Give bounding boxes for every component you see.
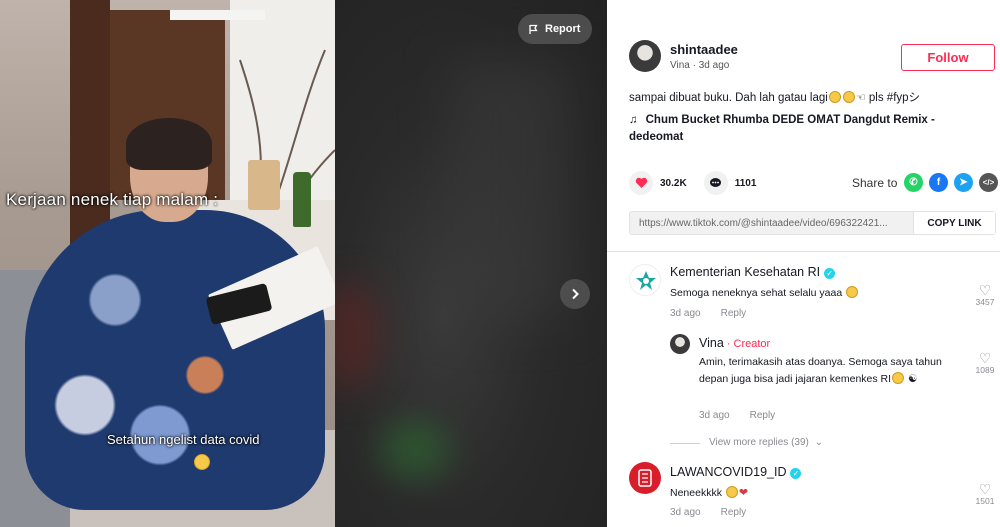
comment-button[interactable] bbox=[703, 171, 728, 195]
facebook-icon[interactable]: f bbox=[929, 173, 948, 192]
music-title[interactable]: Chum Bucket Rhumba DEDE OMAT Dangdut Rem… bbox=[629, 114, 935, 143]
comment-time: 3d ago bbox=[670, 308, 701, 319]
comment-text: Semoga neneknya sehat selalu yaaa bbox=[670, 285, 940, 302]
view-more-label: View more replies (39) bbox=[709, 437, 809, 448]
whatsapp-icon[interactable]: ✆ bbox=[904, 173, 923, 192]
reply-text: Amin, terimakasih atas doanya. Semoga sa… bbox=[699, 354, 965, 388]
comment-author[interactable]: LAWANCOVID19_ID ✓ bbox=[670, 465, 802, 479]
smile-emoji-icon bbox=[828, 91, 841, 103]
video-description: sampai dibuat buku. Dah lah gatau lagi ☜ … bbox=[629, 89, 920, 105]
comment-text-content: Semoga neneknya sehat selalu yaaa bbox=[670, 287, 843, 299]
music-note-icon: ♫ bbox=[629, 114, 638, 126]
reply-meta: 3d ago Reply bbox=[699, 410, 775, 421]
smile-emoji-icon bbox=[892, 372, 905, 384]
music-link[interactable]: ♫ Chum Bucket Rhumba DEDE OMAT Dangdut Re… bbox=[629, 112, 969, 146]
author-info[interactable]: shintaadee Vina · 3d ago bbox=[629, 40, 738, 72]
heart-outline-icon: ♡ bbox=[978, 350, 992, 366]
scene-shelf bbox=[170, 10, 265, 20]
reply-like-count: 1089 bbox=[975, 365, 995, 375]
view-more-line bbox=[670, 443, 700, 444]
twitter-icon[interactable]: ➤ bbox=[954, 173, 973, 192]
comment-like-button[interactable]: ♡ 3457 bbox=[973, 283, 997, 307]
author-display-name: Vina bbox=[670, 59, 690, 71]
comment-author-name[interactable]: Kementerian Kesehatan RI bbox=[670, 265, 820, 279]
grimace-emoji-icon bbox=[194, 454, 210, 470]
description-text-end[interactable]: pls #fypシ bbox=[866, 92, 920, 104]
avatar[interactable] bbox=[629, 264, 661, 296]
comment-meta: 3d ago Reply bbox=[670, 507, 746, 518]
reply-button[interactable]: Reply bbox=[750, 410, 776, 421]
creator-badge: · Creator bbox=[726, 338, 771, 350]
reply-like-button[interactable]: ♡ 1089 bbox=[973, 351, 997, 375]
comment-like-count: 1501 bbox=[975, 496, 995, 506]
avatar[interactable] bbox=[629, 40, 661, 72]
smiling-hearts-emoji-icon bbox=[846, 286, 859, 298]
kemenkes-logo-icon bbox=[636, 271, 656, 290]
heart-outline-icon: ♡ bbox=[978, 282, 992, 298]
verified-icon: ✓ bbox=[790, 468, 802, 479]
video-caption-top: Kerjaan nenek tiap malam : bbox=[6, 190, 219, 209]
reply-author-name[interactable]: Vina bbox=[699, 336, 724, 350]
view-more-replies-button[interactable]: View more replies (39) ⌄ bbox=[709, 437, 823, 448]
details-panel: shintaadee Vina · 3d ago Follow sampai d… bbox=[607, 0, 1000, 527]
comment-text-content: Neneekkkk bbox=[670, 487, 722, 499]
embed-icon[interactable]: </> bbox=[979, 173, 998, 192]
comment-meta: 3d ago Reply bbox=[670, 308, 746, 319]
description-text-start: sampai dibuat buku. Dah lah gatau lagi bbox=[629, 92, 828, 104]
broken-heart-emoji-icon: ❤ bbox=[738, 487, 749, 499]
post-time: 3d ago bbox=[698, 59, 730, 71]
share-link-box: https://www.tiktok.com/@shintaadee/video… bbox=[629, 211, 996, 235]
share-icons: ✆ f ➤ </> bbox=[904, 173, 998, 192]
chevron-down-icon: ⌄ bbox=[814, 437, 824, 448]
reply-author[interactable]: Vina · Creator bbox=[699, 336, 770, 350]
comment-author[interactable]: Kementerian Kesehatan RI ✓ bbox=[670, 265, 836, 279]
blur-shape bbox=[450, 60, 570, 320]
reply-time: 3d ago bbox=[699, 410, 730, 421]
lawan-covid-logo-icon bbox=[638, 469, 652, 487]
next-video-button[interactable] bbox=[560, 279, 590, 309]
reply-text-content: Amin, terimakasih atas doanya. Semoga sa… bbox=[699, 356, 942, 385]
comment-icon bbox=[710, 178, 722, 187]
video-frame[interactable]: Kerjaan nenek tiap malam : Setahun ngeli… bbox=[0, 0, 335, 527]
follow-button[interactable]: Follow bbox=[901, 44, 995, 71]
video-caption-bottom: Setahun ngelist data covid bbox=[107, 432, 260, 447]
blur-shape bbox=[380, 420, 450, 480]
like-count: 30.2K bbox=[660, 177, 687, 189]
report-button[interactable]: Report bbox=[518, 14, 593, 44]
video-player[interactable]: Kerjaan nenek tiap malam : Setahun ngeli… bbox=[0, 0, 607, 527]
scene-bottle bbox=[293, 172, 311, 227]
heart-outline-icon: ♡ bbox=[978, 481, 992, 497]
divider bbox=[607, 251, 1000, 252]
author-meta: Vina · 3d ago bbox=[670, 60, 738, 71]
share-link-url[interactable]: https://www.tiktok.com/@shintaadee/video… bbox=[630, 212, 913, 234]
scene-person-hair bbox=[126, 118, 212, 170]
share-label: Share to bbox=[852, 176, 898, 190]
chevron-right-icon bbox=[572, 288, 579, 300]
reply-button[interactable]: Reply bbox=[721, 308, 747, 319]
crying-emoji-icon bbox=[725, 486, 738, 498]
author-username[interactable]: shintaadee bbox=[670, 42, 738, 57]
comment-like-button[interactable]: ♡ 1501 bbox=[973, 482, 997, 506]
copy-link-button[interactable]: COPY LINK bbox=[913, 212, 995, 234]
praying-hands-emoji-icon: ☯ bbox=[907, 373, 918, 385]
scene-person bbox=[25, 210, 325, 510]
flag-icon bbox=[529, 24, 538, 34]
like-button[interactable] bbox=[629, 171, 653, 195]
point-left-emoji-icon: ☜ bbox=[855, 92, 866, 104]
avatar[interactable] bbox=[670, 334, 690, 354]
heart-icon bbox=[635, 177, 647, 188]
verified-icon: ✓ bbox=[824, 268, 836, 279]
avatar[interactable] bbox=[629, 462, 661, 494]
comment-author-name[interactable]: LAWANCOVID19_ID bbox=[670, 465, 786, 479]
comment-time: 3d ago bbox=[670, 507, 701, 518]
action-bar: 30.2K 1101 Share to ✆ f ➤ </> bbox=[629, 171, 999, 195]
scene-bag bbox=[248, 160, 280, 210]
comment-text: Neneekkkk ❤ bbox=[670, 485, 940, 502]
surprised-emoji-icon bbox=[842, 91, 855, 103]
scene-door bbox=[70, 0, 110, 250]
comment-like-count: 3457 bbox=[975, 297, 995, 307]
report-label: Report bbox=[545, 23, 581, 35]
reply-button[interactable]: Reply bbox=[721, 507, 747, 518]
comment-count: 1101 bbox=[734, 177, 757, 189]
